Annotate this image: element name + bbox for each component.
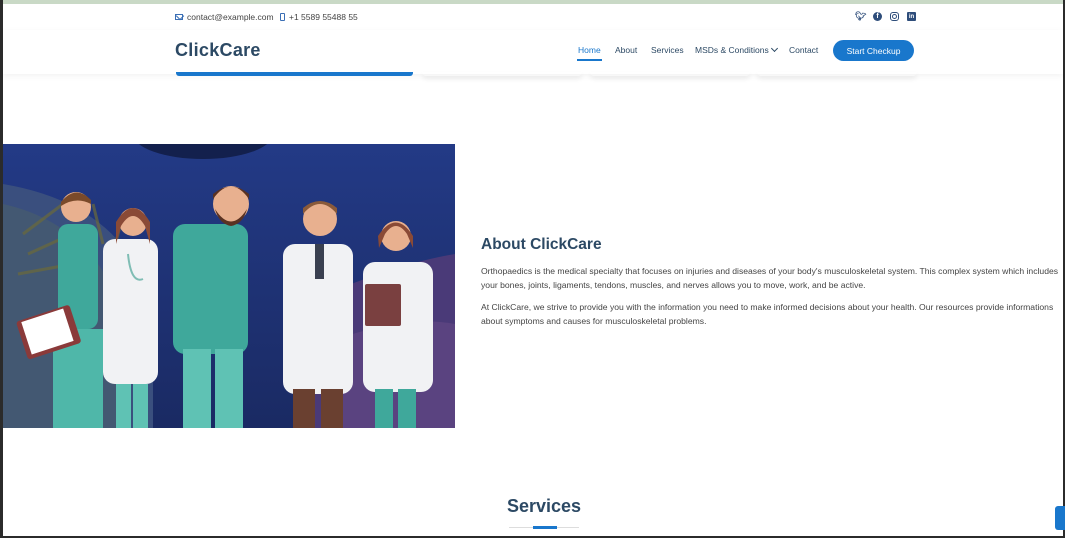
nav-msds-dropdown[interactable]: MSDs & Conditions: [695, 44, 778, 55]
feature-card-edge: [757, 72, 917, 76]
services-heading: Services: [506, 496, 582, 516]
about-heading: About ClickCare: [481, 236, 602, 253]
instagram-icon[interactable]: [890, 12, 899, 21]
nav-services[interactable]: Services: [651, 45, 684, 55]
start-checkup-button[interactable]: Start Checkup: [833, 40, 914, 61]
nav-about[interactable]: About: [615, 45, 637, 55]
contact-email[interactable]: contact@example.com: [175, 12, 274, 22]
envelope-icon: [175, 14, 183, 20]
email-text[interactable]: contact@example.com: [187, 12, 274, 22]
back-to-top-button[interactable]: [1055, 506, 1065, 530]
linkedin-icon[interactable]: in: [907, 12, 916, 21]
services-divider-accent: [533, 526, 557, 529]
nav-home[interactable]: Home: [578, 45, 601, 55]
nav-msds-label: MSDs & Conditions: [695, 45, 769, 55]
nav-contact[interactable]: Contact: [789, 45, 818, 55]
featured-card-edge: [176, 72, 413, 76]
feature-card-edge: [590, 72, 750, 76]
contact-phone[interactable]: +1 5589 55488 55: [280, 12, 358, 22]
chevron-down-icon: [770, 44, 778, 53]
social-links: 🐦︎ f in: [855, 11, 916, 21]
site-header: ClickCare Home About Services MSDs & Con…: [3, 30, 1063, 74]
site-logo[interactable]: ClickCare: [175, 40, 261, 61]
feature-card-edge: [422, 72, 582, 76]
about-paragraph-1: Orthopaedics is the medical specialty th…: [481, 266, 1059, 290]
phone-text[interactable]: +1 5589 55488 55: [289, 12, 358, 22]
about-paragraph-2: At ClickCare, we strive to provide you w…: [481, 302, 1054, 326]
phone-icon: [280, 13, 285, 21]
facebook-icon[interactable]: f: [873, 12, 882, 21]
nav-active-indicator: [577, 59, 602, 61]
twitter-icon[interactable]: 🐦︎: [855, 11, 866, 21]
top-info-bar: contact@example.com +1 5589 55488 55 🐦︎ …: [3, 4, 1063, 30]
medical-team-illustration: [3, 144, 455, 428]
